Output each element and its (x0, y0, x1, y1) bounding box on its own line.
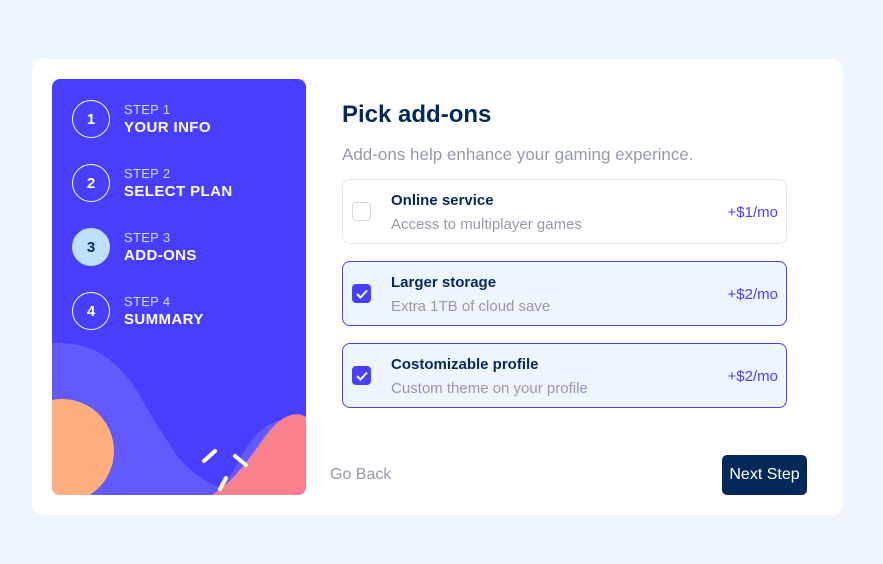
step-title: SUMMARY (124, 310, 204, 328)
step-3: 3 STEP 3 ADD-ONS (72, 227, 197, 267)
steps-sidebar: 1 STEP 1 YOUR INFO 2 STEP 2 SELECT PLAN … (52, 79, 306, 495)
step-title: ADD-ONS (124, 246, 197, 264)
step-label: STEP 3 (124, 229, 171, 245)
step-1: 1 STEP 1 YOUR INFO (72, 99, 211, 139)
addon-name: Larger storage (391, 274, 497, 291)
step-number-badge-active: 3 (72, 228, 110, 266)
addon-online-service[interactable]: Online service Access to multiplayer gam… (342, 179, 787, 244)
addon-price: +$1/mo (727, 204, 778, 221)
step-title: YOUR INFO (124, 118, 211, 136)
step-label: STEP 1 (124, 101, 171, 117)
checkmark-icon (355, 289, 368, 299)
step-label: STEP 2 (124, 165, 171, 181)
next-step-button[interactable]: Next Step (722, 455, 807, 495)
addon-price: +$2/mo (727, 368, 778, 385)
addon-price: +$2/mo (727, 286, 778, 303)
addon-name: Costomizable profile (391, 356, 539, 373)
step-label: STEP 4 (124, 293, 171, 309)
form-card: 1 STEP 1 YOUR INFO 2 STEP 2 SELECT PLAN … (32, 59, 843, 515)
step-number-badge: 2 (72, 164, 110, 202)
page-subtitle: Add-ons help enhance your gaming experin… (342, 145, 694, 164)
addon-checkbox[interactable] (352, 366, 371, 385)
checkmark-icon (355, 371, 368, 381)
addon-name: Online service (391, 192, 494, 209)
addon-larger-storage[interactable]: Larger storage Extra 1TB of cloud save +… (342, 261, 787, 326)
step-4: 4 STEP 4 SUMMARY (72, 291, 204, 331)
addon-description: Access to multiplayer games (391, 216, 582, 233)
sidebar-decoration (52, 342, 306, 495)
addon-checkbox[interactable] (352, 202, 371, 221)
step-number-badge: 1 (72, 100, 110, 138)
step-2: 2 STEP 2 SELECT PLAN (72, 163, 233, 203)
addon-description: Extra 1TB of cloud save (391, 298, 551, 315)
page-title: Pick add-ons (342, 101, 492, 128)
addon-checkbox[interactable] (352, 284, 371, 303)
addon-description: Custom theme on your profile (391, 380, 588, 397)
step-number-badge: 4 (72, 292, 110, 330)
main-panel: Pick add-ons Add-ons help enhance your g… (330, 59, 807, 515)
step-title: SELECT PLAN (124, 182, 233, 200)
addon-customizable-profile[interactable]: Costomizable profile Custom theme on you… (342, 343, 787, 408)
go-back-link[interactable]: Go Back (330, 466, 391, 484)
